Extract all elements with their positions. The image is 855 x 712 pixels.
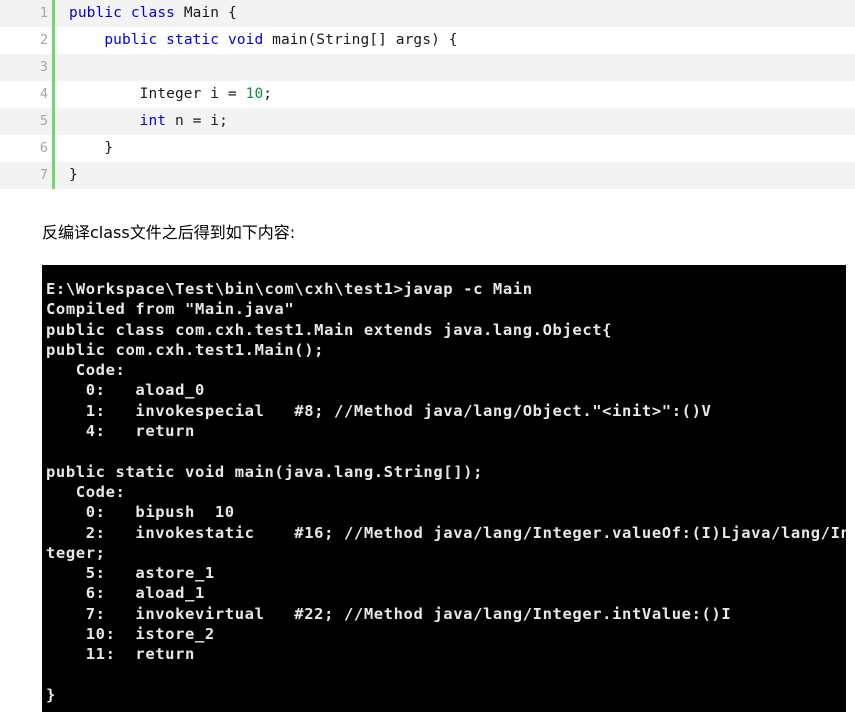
code-token-num: 10 <box>245 86 264 102</box>
console-line: } <box>46 685 56 704</box>
code-line-text: public static void main(String[] args) { <box>55 27 855 54</box>
code-token-pl: n = i; <box>166 113 228 129</box>
line-number: 3 <box>39 59 48 75</box>
console-line: 6: aload_1 <box>46 584 205 603</box>
code-token-kw: void <box>227 32 264 48</box>
console-line: 0: aload_0 <box>46 381 205 400</box>
line-number: 2 <box>39 32 48 48</box>
console-line: 1: invokespecial #8; //Method java/lang/… <box>46 401 712 420</box>
code-line-text: int n = i; <box>55 108 855 135</box>
code-token-pl: main(String[] args) { <box>263 32 458 48</box>
line-number: 6 <box>39 140 48 156</box>
code-token-kw: int <box>139 113 167 129</box>
code-token-pl: Integer i = <box>69 86 246 102</box>
code-line-text: } <box>55 162 855 189</box>
code-line-row: 6 } <box>0 135 855 162</box>
console-line: 4: return <box>46 422 195 441</box>
console-line: Compiled from "Main.java" <box>46 300 295 319</box>
caption-text: 反编译class文件之后得到如下内容: <box>42 223 296 242</box>
console-line: public com.cxh.test1.Main(); <box>46 340 325 359</box>
code-line-row: 3 <box>0 54 855 81</box>
code-line-text: Integer i = 10; <box>55 81 855 108</box>
code-line-text: public class Main { <box>55 0 855 27</box>
console-line: 10: istore_2 <box>46 625 215 644</box>
line-number: 7 <box>39 167 48 183</box>
code-token-pl: } <box>69 140 114 156</box>
code-line-row: 5 int n = i; <box>0 108 855 135</box>
console-line: E:\Workspace\Test\bin\com\cxh\test1>java… <box>46 280 533 298</box>
console-output-block: E:\Workspace\Test\bin\com\cxh\test1>java… <box>42 265 846 712</box>
java-code-block: 1 public class Main {2 public static void… <box>0 0 855 189</box>
console-line: 5: astore_1 <box>46 564 215 583</box>
code-token-kw: static <box>166 32 220 48</box>
gutter-accent-bar <box>52 54 55 81</box>
code-line-row: 7} <box>0 162 855 189</box>
line-number: 4 <box>39 86 48 102</box>
code-line-text: } <box>55 135 855 162</box>
console-line: 0: bipush 10 <box>46 503 235 522</box>
code-token-pl: ; <box>263 86 273 102</box>
code-token-kw: public <box>69 5 122 21</box>
console-line: 2: invokestatic #16; //Method java/lang/… <box>46 523 846 542</box>
console-line: public static void main(java.lang.String… <box>46 462 483 481</box>
console-line: 11: return <box>46 645 195 664</box>
line-number: 1 <box>39 5 48 21</box>
code-token-kw: public <box>104 32 158 48</box>
console-line: Code: <box>46 482 126 501</box>
code-line-row: 1 public class Main { <box>0 0 855 27</box>
code-line-row: 2 public static void main(String[] args)… <box>0 27 855 54</box>
console-line: 7: invokevirtual #22; //Method java/lang… <box>46 604 732 623</box>
code-token-kw: class <box>130 5 175 21</box>
console-line: teger; <box>46 543 106 562</box>
console-line: public class com.cxh.test1.Main extends … <box>46 320 613 339</box>
line-number: 5 <box>39 113 48 129</box>
code-line-row: 4 Integer i = 10; <box>0 81 855 108</box>
code-token-pl: } <box>69 167 78 183</box>
code-token-pl: Main { <box>174 5 237 21</box>
console-line: Code: <box>46 361 126 380</box>
